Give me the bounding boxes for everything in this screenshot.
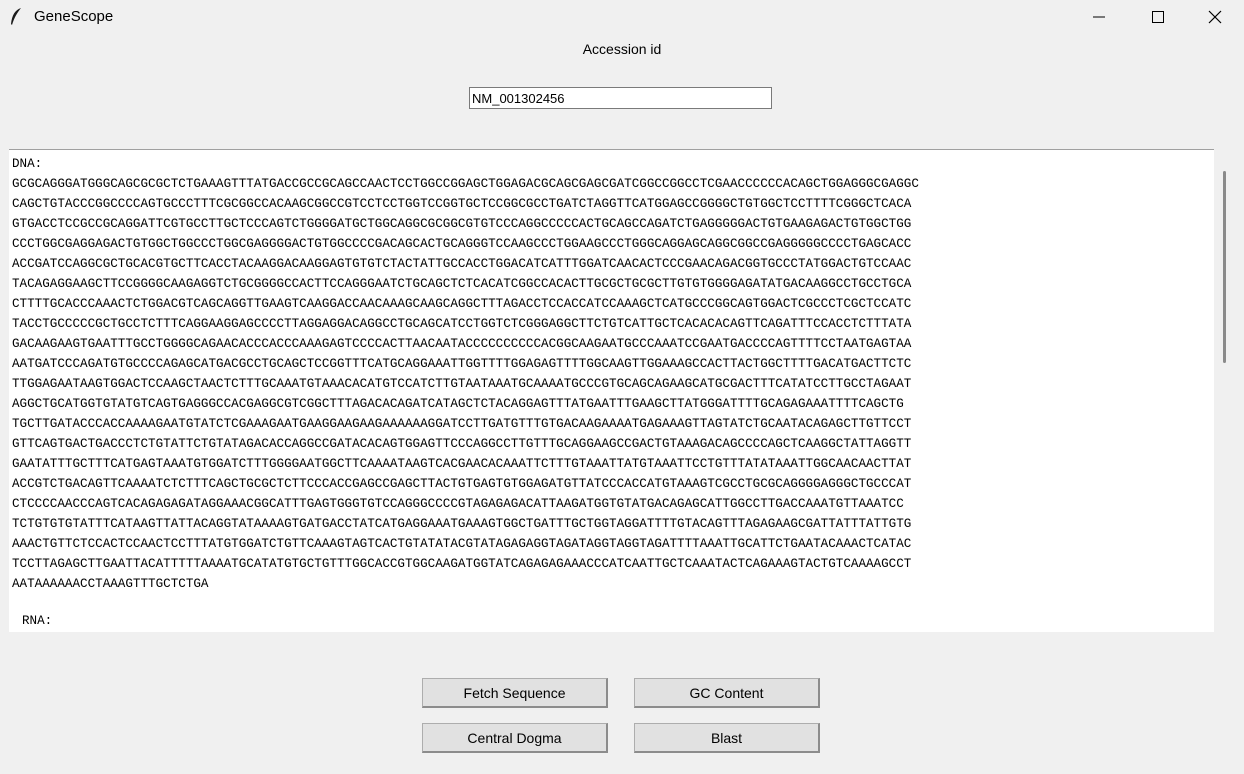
central-dogma-button[interactable]: Central Dogma xyxy=(422,723,608,753)
title-bar: GeneScope xyxy=(0,0,1244,34)
minimize-button[interactable] xyxy=(1070,0,1128,34)
scrollbar-thumb[interactable] xyxy=(1223,171,1226,363)
minimize-icon xyxy=(1093,16,1105,18)
maximize-button[interactable] xyxy=(1129,0,1187,34)
close-icon xyxy=(1208,10,1222,24)
maximize-icon xyxy=(1152,11,1164,23)
window-title: GeneScope xyxy=(34,8,114,25)
dna-sequence-text: DNA: GCGCAGGGATGGGCAGCGCGCTCTGAAAGTTTATG… xyxy=(12,157,919,591)
accession-label: Accession id xyxy=(582,41,662,57)
close-button[interactable] xyxy=(1186,0,1244,34)
blast-button[interactable]: Blast xyxy=(634,723,820,753)
sequence-output[interactable]: DNA: GCGCAGGGATGGGCAGCGCGCTCTGAAAGTTTATG… xyxy=(9,149,1214,632)
gc-content-button[interactable]: GC Content xyxy=(634,678,820,708)
accession-input[interactable] xyxy=(469,87,772,109)
rna-label: RNA: xyxy=(22,614,53,628)
vertical-scrollbar[interactable] xyxy=(1214,149,1234,632)
feather-icon xyxy=(9,7,23,27)
fetch-sequence-button[interactable]: Fetch Sequence xyxy=(422,678,608,708)
